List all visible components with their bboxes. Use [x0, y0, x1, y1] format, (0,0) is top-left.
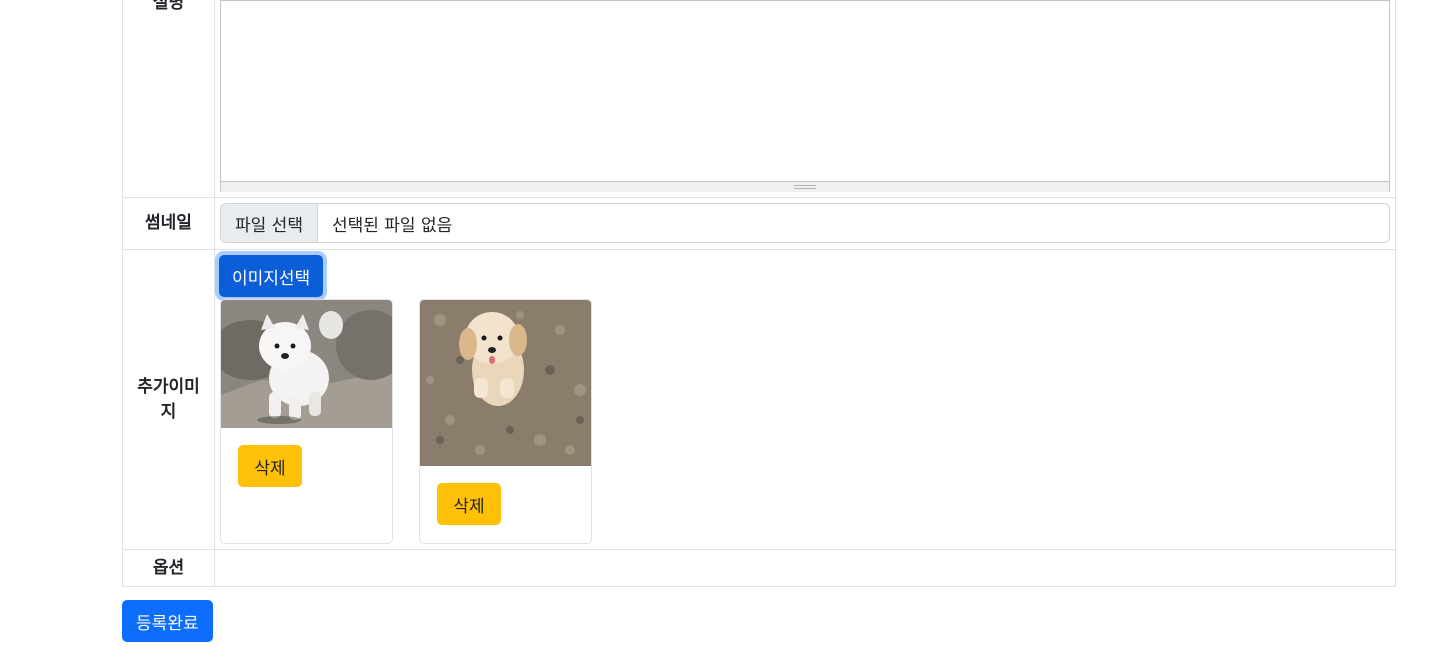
image-card: 삭제	[419, 299, 592, 544]
resize-grip-icon	[794, 185, 816, 189]
thumbnail-row: 썸네일 파일 선택 선택된 파일 없음	[122, 197, 1396, 250]
option-row: 옵션	[122, 549, 1396, 587]
editor-resize-handle[interactable]	[221, 182, 1389, 192]
thumbnail-cell: 파일 선택 선택된 파일 없음	[214, 197, 1396, 250]
description-cell	[214, 0, 1396, 198]
file-status-text: 선택된 파일 없음	[331, 215, 453, 236]
image-card: 삭제	[220, 299, 393, 544]
extra-images-label: 추가이미지	[122, 249, 215, 550]
description-label: 설명	[152, 0, 185, 13]
image-card-body: 삭제	[221, 428, 392, 504]
image-card-body: 삭제	[420, 466, 591, 542]
thumbnail-label: 썸네일	[122, 197, 215, 250]
description-row: 설명	[122, 0, 1396, 198]
cream-puppy-photo-icon	[420, 300, 591, 466]
product-form-table: 설명 썸네일 파일 선택 선택된 파일 없음 추가이미지 이미지선택 삭제 삭제…	[122, 0, 1396, 587]
editor-content-area[interactable]	[221, 1, 1389, 182]
white-puppy-photo-icon	[221, 300, 392, 428]
extra-images-cell: 이미지선택 삭제 삭제	[214, 249, 1396, 550]
description-label-cell: 설명	[122, 0, 215, 198]
option-label: 옵션	[122, 549, 215, 587]
submit-button[interactable]: 등록완료	[122, 600, 213, 642]
file-select-button[interactable]: 파일 선택	[221, 204, 318, 242]
thumbnail-file-input[interactable]: 파일 선택 선택된 파일 없음	[220, 203, 1390, 243]
image-card-list: 삭제 삭제	[220, 299, 1390, 544]
description-editor[interactable]	[220, 0, 1390, 192]
delete-image-button[interactable]: 삭제	[437, 483, 501, 525]
option-cell	[214, 549, 1396, 587]
select-images-button[interactable]: 이미지선택	[219, 255, 324, 297]
delete-image-button[interactable]: 삭제	[238, 445, 302, 487]
extra-images-row: 추가이미지 이미지선택 삭제 삭제	[122, 249, 1396, 550]
